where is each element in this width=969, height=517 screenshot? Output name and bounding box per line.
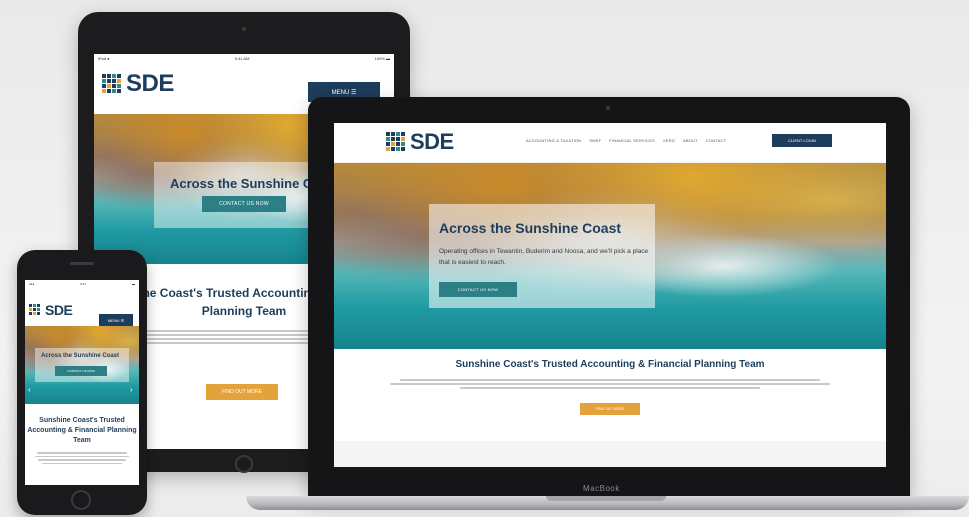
hero-description: Operating offices in Tewantin, Buderim a… (439, 248, 649, 266)
site-logo[interactable]: SDE (102, 70, 174, 98)
laptop-camera (606, 106, 610, 110)
status-signal: ●●● (29, 282, 35, 286)
phone-screen: ●●● 9:41 ▬ SDE MENU ☰ Across the Sunshin… (25, 280, 139, 485)
logo-grid-icon (102, 74, 124, 94)
logo-text: SDE (45, 302, 73, 318)
laptop-device: SDE ACCOUNTING & TAXATION SMSF FINANCIAL… (308, 97, 910, 499)
hero-title: Across the Sunshine Coast (41, 353, 120, 359)
section-heading: Sunshine Coast's Trusted Accounting & Fi… (455, 359, 765, 370)
find-out-more-button[interactable]: FIND OUT MORE (206, 384, 278, 400)
status-battery: ▬ (132, 282, 135, 286)
section-heading: Sunshine Coast's Trusted Accounting & Fi… (27, 417, 137, 444)
laptop-brand-label: MacBook (583, 484, 620, 493)
client-login-button[interactable]: CLIENT LOGIN (772, 134, 832, 147)
nav-item-accounting[interactable]: ACCOUNTING & TAXATION (526, 138, 581, 143)
carousel-next-icon[interactable]: › (130, 385, 133, 394)
main-nav: ACCOUNTING & TAXATION SMSF FINANCIAL SER… (526, 138, 726, 143)
phone-device: ●●● 9:41 ▬ SDE MENU ☰ Across the Sunshin… (17, 250, 147, 515)
logo-grid-icon (386, 132, 408, 152)
hero-banner: Across the Sunshine Coast CONTACT US NOW (25, 326, 139, 404)
status-time: 9:41 AM (234, 56, 250, 61)
contact-button[interactable]: CONTACT US NOW (202, 196, 286, 212)
hero-banner: Across the Sunshine Coast Operating offi… (334, 163, 886, 349)
phone-speaker (70, 262, 94, 265)
logo-grid-icon (29, 304, 43, 316)
status-battery: 100% ▬ (374, 56, 390, 61)
nav-item-about[interactable]: ABOUT (683, 138, 698, 143)
hero-card: Across the Sunshine Coast Operating offi… (429, 204, 655, 308)
status-time: 9:41 (80, 282, 87, 286)
menu-button[interactable]: MENU ☰ (99, 314, 133, 326)
logo-text: SDE (410, 129, 454, 154)
logo-text: SDE (126, 70, 174, 97)
site-logo[interactable]: SDE (29, 302, 73, 318)
laptop-base (246, 496, 969, 510)
intro-section: Sunshine Coast's Trusted Accounting & Fi… (25, 416, 139, 466)
hero-title: Across the Sunshine Coast (439, 220, 622, 236)
nav-item-xero[interactable]: XERO (663, 138, 675, 143)
home-button[interactable] (235, 455, 253, 473)
nav-item-smsf[interactable]: SMSF (589, 138, 601, 143)
footer-strip (334, 441, 886, 467)
status-carrier: iPad ● (98, 56, 110, 61)
laptop-notch (546, 496, 666, 501)
find-out-more-button[interactable]: FIND OUT MORE (580, 403, 640, 415)
tablet-status-bar: iPad ● 9:41 AM 100% ▬ (94, 54, 394, 62)
carousel-prev-icon[interactable]: ‹ (28, 385, 31, 394)
site-logo[interactable]: SDE (386, 129, 454, 155)
contact-button[interactable]: CONTACT US NOW (55, 366, 107, 376)
hero-card: Across the Sunshine Coast CONTACT US NOW (35, 348, 129, 382)
phone-status-bar: ●●● 9:41 ▬ (25, 280, 139, 288)
nav-item-financial-services[interactable]: FINANCIAL SERVICES (609, 138, 655, 143)
contact-button[interactable]: CONTACT US NOW (439, 282, 517, 297)
tablet-camera (242, 27, 246, 31)
intro-section: Sunshine Coast's Trusted Accounting & Fi… (334, 359, 886, 391)
laptop-screen: SDE ACCOUNTING & TAXATION SMSF FINANCIAL… (334, 123, 886, 467)
home-button[interactable] (71, 490, 91, 510)
phone-site-header: SDE MENU ☰ (25, 288, 139, 328)
nav-item-contact[interactable]: CONTACT (706, 138, 726, 143)
laptop-site-header: SDE ACCOUNTING & TAXATION SMSF FINANCIAL… (334, 123, 886, 163)
